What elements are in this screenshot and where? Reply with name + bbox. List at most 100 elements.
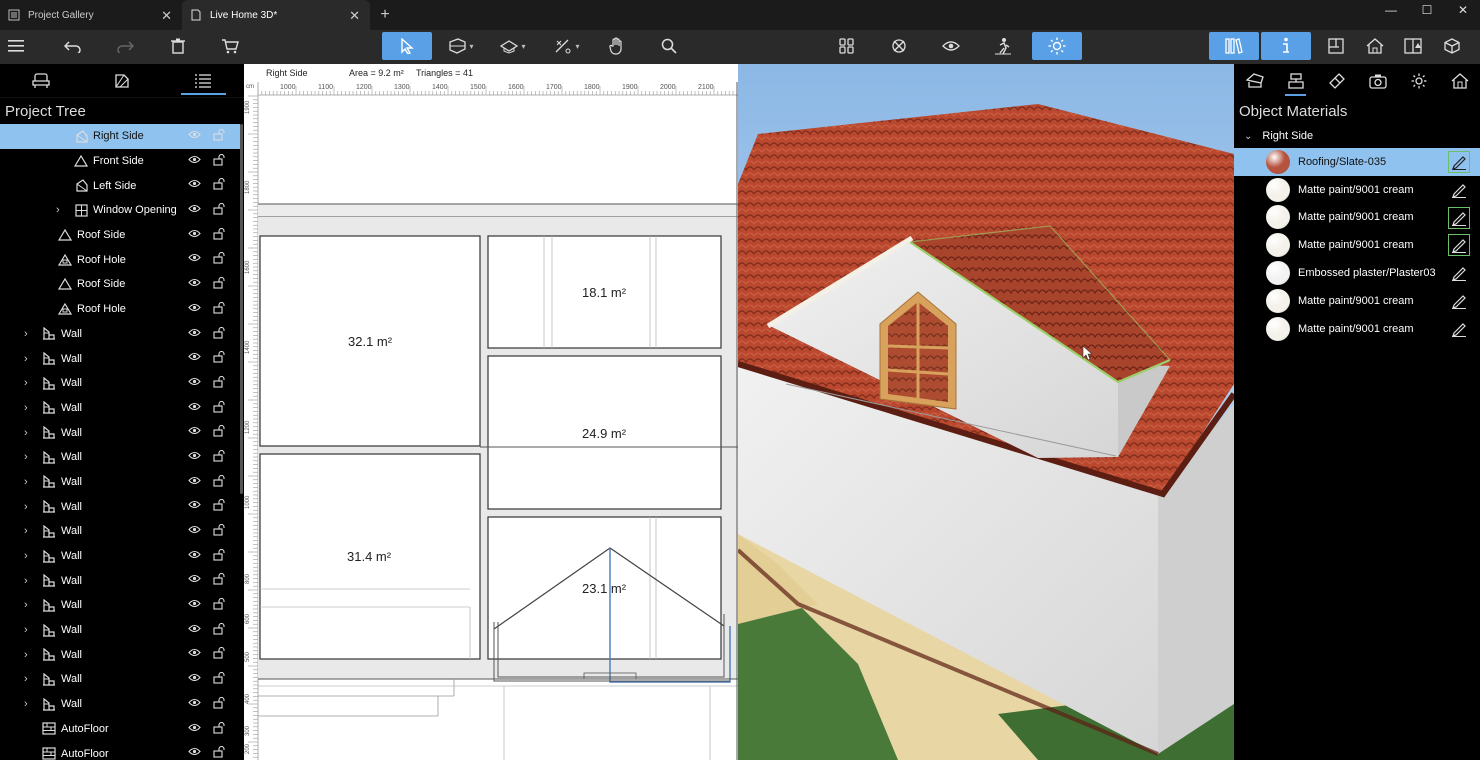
close-icon[interactable]: ✕ (161, 8, 172, 24)
edit-material-icon[interactable] (1448, 290, 1470, 312)
chevron-right-icon[interactable]: › (24, 427, 34, 439)
eye-icon[interactable] (188, 328, 201, 340)
tree-item[interactable]: › Wall (0, 642, 240, 667)
eye-icon[interactable] (188, 550, 201, 562)
tree-item[interactable]: › Wall (0, 692, 240, 717)
tree-item[interactable]: › Wall (0, 371, 240, 396)
view-3d[interactable] (738, 64, 1234, 760)
tree-item[interactable]: › Wall (0, 346, 240, 371)
tree-item[interactable]: › Wall (0, 494, 240, 519)
material-row[interactable]: Matte paint/9001 cream (1234, 315, 1480, 343)
edit-material-icon[interactable] (1448, 234, 1470, 257)
eye-icon[interactable] (188, 599, 201, 611)
tab-camera[interactable] (1357, 64, 1398, 98)
tree-item[interactable]: Front Side (0, 149, 240, 174)
edit-material-icon[interactable] (1448, 262, 1470, 284)
unlock-icon[interactable] (213, 598, 226, 613)
cart-icon[interactable] (218, 32, 242, 60)
window-close-button[interactable]: ✕ (1444, 0, 1480, 20)
eye-icon[interactable] (188, 155, 201, 167)
unlock-icon[interactable] (213, 523, 226, 539)
tree-item[interactable]: Left Side (0, 173, 240, 198)
chevron-right-icon[interactable]: › (24, 501, 34, 513)
tab-building[interactable] (1439, 64, 1480, 98)
tree-item[interactable]: › Wall (0, 322, 240, 347)
tree-item[interactable]: › Wall (0, 667, 240, 692)
visibility-filter-button[interactable] (886, 32, 912, 60)
library-button[interactable] (1209, 32, 1259, 60)
split-view-button[interactable] (1401, 32, 1425, 60)
tree-item[interactable]: › Wall (0, 470, 240, 495)
edit-material-icon[interactable] (1448, 206, 1470, 229)
tree-item[interactable]: › Wall (0, 544, 240, 569)
unlock-icon[interactable] (213, 351, 226, 366)
material-group-header[interactable]: ⌄ Right Side (1234, 124, 1480, 148)
tree-item[interactable]: Right Side (0, 124, 240, 149)
sun-light-button[interactable] (1032, 32, 1082, 60)
unlock-icon[interactable] (213, 326, 226, 342)
dimension-tool-button[interactable]: ▾ (550, 32, 584, 60)
unlock-icon[interactable] (213, 449, 226, 465)
undo-icon[interactable] (60, 32, 86, 60)
unlock-icon[interactable] (213, 227, 226, 243)
eye-icon[interactable] (188, 648, 201, 660)
tree-item[interactable]: › Wall (0, 420, 240, 445)
unlock-icon[interactable] (213, 301, 226, 317)
eye-icon[interactable] (188, 673, 201, 685)
material-row[interactable]: Matte paint/9001 cream (1234, 231, 1480, 259)
unlock-icon[interactable] (213, 203, 226, 218)
inspector-button[interactable] (1261, 32, 1311, 60)
new-tab-button[interactable]: + (370, 0, 400, 30)
chevron-right-icon[interactable]: › (24, 575, 34, 587)
unlock-icon[interactable] (213, 647, 226, 662)
tree-item[interactable]: Roof Side (0, 272, 240, 297)
eye-icon[interactable] (188, 402, 201, 414)
tab-edit[interactable] (1316, 64, 1357, 98)
tab-object-materials[interactable] (1275, 64, 1316, 98)
tree-item[interactable]: Roof Side (0, 223, 240, 248)
eye-icon[interactable] (188, 747, 201, 759)
trash-icon[interactable] (166, 32, 190, 60)
chevron-right-icon[interactable]: › (24, 599, 34, 611)
tree-item[interactable]: › Wall (0, 519, 240, 544)
pan-tool-button[interactable] (604, 32, 630, 60)
eye-icon[interactable] (188, 204, 201, 216)
eye-view-button[interactable] (938, 32, 964, 60)
eye-icon[interactable] (188, 179, 201, 191)
tab-live-home-3d[interactable]: Live Home 3D* ✕ (182, 0, 370, 30)
chevron-right-icon[interactable]: › (24, 451, 34, 463)
select-tool-button[interactable] (382, 32, 432, 60)
eye-icon[interactable] (188, 723, 201, 735)
tree-item[interactable]: Roof Hole (0, 247, 240, 272)
unlock-icon[interactable] (213, 178, 226, 193)
eye-icon[interactable] (188, 698, 201, 710)
eye-icon[interactable] (188, 525, 201, 537)
chevron-right-icon[interactable]: › (24, 402, 34, 414)
unlock-icon[interactable] (213, 721, 226, 737)
chevron-right-icon[interactable]: › (56, 204, 66, 216)
eye-icon[interactable] (188, 624, 201, 636)
chevron-right-icon[interactable]: › (24, 328, 34, 340)
roof-tool-button[interactable]: ▾ (496, 32, 530, 60)
tab-project-tree[interactable] (163, 64, 244, 97)
material-row[interactable]: Matte paint/9001 cream (1234, 204, 1480, 232)
eye-icon[interactable] (188, 130, 201, 142)
minimize-button[interactable]: — (1372, 0, 1410, 20)
chevron-right-icon[interactable]: › (24, 476, 34, 488)
walk-mode-button[interactable] (990, 32, 1016, 60)
tree-item[interactable]: AutoFloor (0, 717, 240, 742)
unlock-icon[interactable] (213, 375, 226, 391)
tab-object-info[interactable] (1234, 64, 1275, 98)
chevron-right-icon[interactable]: › (24, 525, 34, 537)
eye-icon[interactable] (188, 303, 201, 315)
unlock-icon[interactable] (213, 153, 226, 169)
chevron-right-icon[interactable]: › (24, 673, 34, 685)
tree-item[interactable]: › Wall (0, 618, 240, 643)
eye-icon[interactable] (188, 451, 201, 463)
tree-item[interactable]: › Wall (0, 396, 240, 421)
material-row[interactable]: Matte paint/9001 cream (1234, 176, 1480, 204)
unlock-icon[interactable] (213, 573, 226, 588)
tree-item[interactable]: › Wall (0, 445, 240, 470)
unlock-icon[interactable] (213, 746, 226, 760)
eye-icon[interactable] (188, 278, 201, 290)
